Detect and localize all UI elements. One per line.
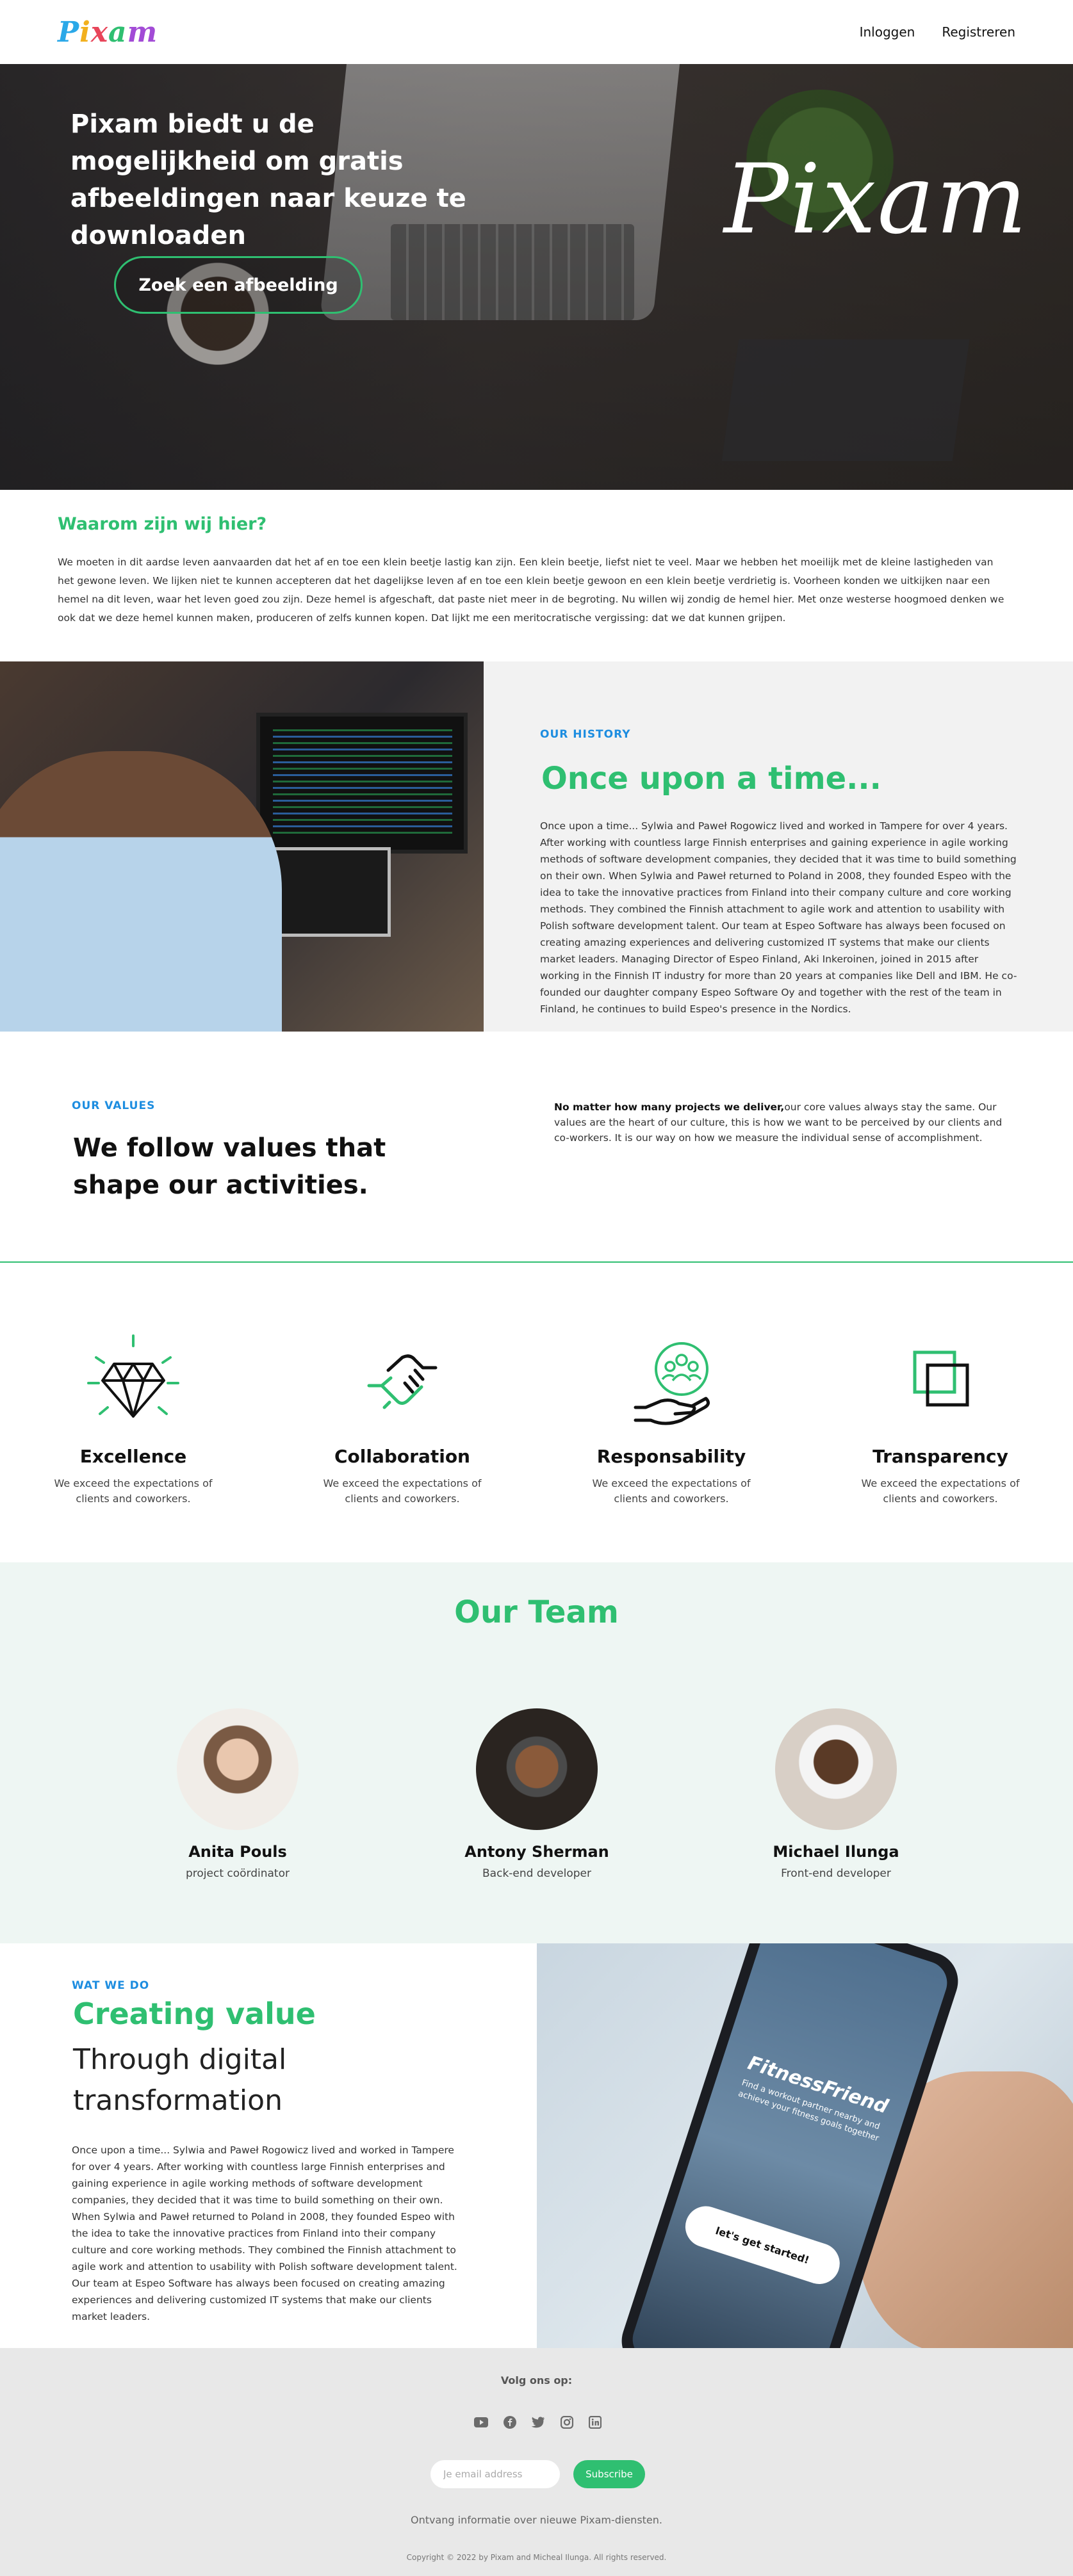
values-title: We follow values that shape our activiti… [73,1133,386,1200]
value-card-collaboration: Collaboration We exceed the expectations… [306,1332,498,1507]
team-member-card: Antony Sherman Back-end developer [441,1708,633,1880]
why-heading: Waarom zijn wij hier? [58,514,267,534]
history-label: OUR HISTORY [540,728,631,741]
logo-letter-a: a [108,15,127,49]
member-name: Michael Ilunga [773,1843,899,1861]
what-paragraph: Once upon a time... Sylwia and Paweł Rog… [72,2144,457,2322]
logo-letter-m: m [127,15,158,49]
email-input[interactable] [430,2460,560,2488]
handshake-icon [367,1354,438,1409]
avatar [177,1708,299,1830]
value-desc: We exceed the expectations of clients an… [54,1477,213,1505]
nav-links: Inloggen Registreren [860,24,1015,40]
member-role: project coördinator [185,1867,290,1880]
squares-icon [913,1350,969,1407]
value-name: Transparency [872,1446,1008,1467]
history-title: Once upon a time... [541,761,881,797]
what-title: Creating value [73,1997,316,2031]
register-link[interactable]: Registreren [942,24,1015,40]
team-member-card: Anita Pouls project coördinator [142,1708,334,1880]
values-label: OUR VALUES [72,1099,156,1112]
search-image-button[interactable]: Zoek een afbeelding [114,256,363,314]
team-member-card: Michael Ilunga Front-end developer [740,1708,932,1880]
social-links [474,2415,602,2429]
value-card-responsability: Responsability We exceed the expectation… [575,1332,767,1507]
linkedin-icon[interactable] [588,2415,602,2429]
member-name: Anita Pouls [188,1843,287,1861]
value-desc: We exceed the expectations of clients an… [861,1477,1020,1505]
phone-app-image: FitnessFriend Find a workout partner nea… [537,1943,1073,2348]
logo-letter-p: P [58,15,80,49]
phone-get-started-button: let's get started! [680,2201,846,2290]
value-card-excellence: Excellence We exceed the expectations of… [37,1332,229,1507]
what-label: WAT WE DO [72,1979,150,1992]
hero-tablet-image [721,339,970,461]
pixam-logo[interactable]: Pixam [58,16,158,49]
values-paragraph-bold: No matter how many projects we deliver, [554,1101,785,1113]
top-navbar: Pixam Inloggen Registreren [0,0,1073,64]
hero-title: Pixam biedt u de mogelijkheid om gratis … [70,109,466,250]
team-title: Our Team [454,1594,619,1630]
logo-letter-i: i [79,15,91,49]
avatar [476,1708,598,1830]
laptop-image [263,847,391,937]
member-role: Back-end developer [482,1867,591,1880]
value-name: Excellence [79,1446,187,1467]
footer-info-text: Ontvang informatie over nieuwe Pixam-die… [411,2514,662,2526]
avatar [775,1708,897,1830]
twitter-icon[interactable] [531,2415,545,2429]
values-paragraph: No matter how many projects we deliver,o… [554,1099,1003,1146]
copyright-text: Copyright © 2022 by Pixam and Micheal Il… [406,2553,667,2562]
value-desc: We exceed the expectations of clients an… [592,1477,751,1505]
values-divider [0,1261,1073,1263]
what-subtitle: Through digital transformation [73,2043,287,2117]
value-name: Responsability [596,1446,746,1467]
history-paragraph: Once upon a time... Sylwia and Paweł Rog… [540,820,1017,1015]
youtube-icon[interactable] [474,2415,488,2429]
monitor-image [256,713,468,854]
team-hand-icon [634,1342,710,1425]
subscribe-button[interactable]: Subscribe [573,2460,645,2488]
follow-us-label: Volg ons op: [500,2374,573,2386]
why-paragraph: We moeten in dit aardse leven aanvaarden… [58,556,1004,624]
facebook-icon[interactable] [503,2415,517,2429]
member-name: Antony Sherman [464,1843,609,1861]
instagram-icon[interactable] [560,2415,574,2429]
value-card-transparency: Transparency We exceed the expectations … [844,1332,1036,1507]
member-role: Front-end developer [781,1867,891,1880]
diamond-icon [87,1334,179,1418]
developer-figure [0,751,282,1032]
hero-signature-logo: Pixam [724,144,1029,255]
logo-letter-x: x [90,15,109,49]
value-desc: We exceed the expectations of clients an… [323,1477,482,1505]
login-link[interactable]: Inloggen [860,24,915,40]
history-developer-image [0,661,484,1032]
value-name: Collaboration [334,1446,470,1467]
